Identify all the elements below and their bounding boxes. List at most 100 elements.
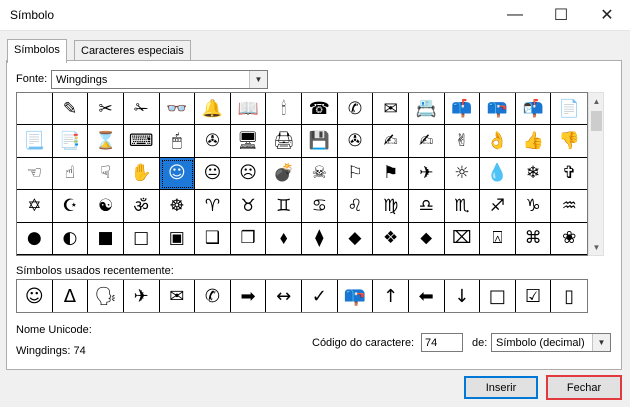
symbol-cell[interactable]: ☸ <box>159 190 196 223</box>
symbol-cell[interactable]: ✍ <box>408 125 445 158</box>
symbol-cell[interactable]: ✞ <box>551 158 587 191</box>
symbol-cell[interactable]: ☼ <box>444 157 481 191</box>
symbol-cell[interactable]: 📖 <box>230 93 267 126</box>
symbol-cell[interactable]: ✇ <box>337 125 374 158</box>
recent-symbol-cell[interactable]: ✈ <box>124 280 160 312</box>
symbol-cell[interactable]: ⍓ <box>480 222 516 255</box>
symbol-cell[interactable]: ☺ <box>159 157 196 191</box>
chevron-down-icon[interactable]: ▼ <box>592 334 610 351</box>
recent-symbol-cell[interactable]: 📪 <box>338 280 374 312</box>
symbol-grid-scrollbar[interactable]: ▲ ▼ <box>588 92 604 256</box>
symbol-cell[interactable]: 👌 <box>480 125 516 158</box>
symbol-cell[interactable]: □ <box>123 222 160 255</box>
tab-simbolos[interactable]: Símbolos <box>7 39 67 63</box>
symbol-cell[interactable]: 🖥 <box>230 125 267 158</box>
recent-symbol-cell[interactable]: ☑ <box>516 280 552 312</box>
scroll-thumb[interactable] <box>591 111 602 131</box>
symbol-cell[interactable]: ♐ <box>480 190 516 223</box>
minimize-icon[interactable]: — <box>492 0 538 30</box>
symbol-cell[interactable]: ☹ <box>230 157 267 191</box>
symbol-cell[interactable]: ✈ <box>408 157 445 191</box>
symbol-cell[interactable]: 💧 <box>480 157 516 191</box>
recent-symbol-cell[interactable]: ▯ <box>551 280 587 312</box>
recent-symbol-cell[interactable]: ✉ <box>160 280 196 312</box>
symbol-cell[interactable]: 👎 <box>551 125 587 158</box>
symbol-cell[interactable]: 📬 <box>515 93 552 126</box>
symbol-cell[interactable]: ⌘ <box>515 222 552 255</box>
recent-symbol-cell[interactable]: ➡ <box>231 280 267 312</box>
recent-symbol-cell[interactable]: ↔ <box>266 280 302 312</box>
symbol-cell[interactable]: ♊ <box>266 190 302 223</box>
symbol-cell[interactable]: ❖ <box>373 222 409 255</box>
symbol-cell[interactable]: ✌ <box>444 125 481 158</box>
symbol-cell[interactable]: ☪ <box>52 190 89 223</box>
recent-symbol-cell[interactable]: Δ <box>53 280 89 312</box>
symbol-cell[interactable]: ■ <box>88 222 124 255</box>
symbol-cell[interactable]: ♈ <box>195 190 231 223</box>
symbol-cell[interactable]: ● <box>17 222 53 255</box>
char-code-input[interactable]: 74 <box>421 333 463 352</box>
from-select[interactable]: Símbolo (decimal) ▼ <box>491 333 611 352</box>
recent-symbol-cell[interactable]: ↓ <box>445 280 481 312</box>
symbol-cell[interactable]: 🖨 <box>266 125 302 158</box>
symbol-cell[interactable]: 📃 <box>17 125 53 158</box>
recent-symbol-cell[interactable]: ⬅ <box>409 280 445 312</box>
symbol-cell[interactable]: ☟ <box>88 157 124 191</box>
symbol-cell[interactable]: 😐 <box>195 157 231 191</box>
symbol-cell[interactable]: 💾 <box>302 125 338 158</box>
scroll-down-icon[interactable]: ▼ <box>589 239 604 255</box>
symbol-cell[interactable]: 📫 <box>444 93 481 126</box>
symbol-cell[interactable]: ♑ <box>515 190 552 223</box>
symbol-cell[interactable]: ♉ <box>230 190 267 223</box>
symbol-cell[interactable]: ✂ <box>88 93 124 126</box>
recent-symbol-cell[interactable]: □ <box>480 280 516 312</box>
symbol-cell[interactable]: ⌨ <box>123 125 160 158</box>
symbol-cell[interactable]: ♎ <box>408 190 445 223</box>
close-icon[interactable]: ✕ <box>584 0 630 30</box>
symbol-grid[interactable]: ✎ ✂ ✁ 👓 🔔 📖 🕯 ☎ ✆ ✉ 📇 📫 📪 📬 📄 📃 📑 ⌛ ⌨ 🖱 ✇ 🖥 🖨 💾 ✇ ✍ ✍ ✌ 👌 👍 👎 ☜ ☝ ☟ ✋ ☺ 😐 ☹ 💣 ☠… <box>16 92 588 256</box>
recent-symbol-cell[interactable]: ✆ <box>195 280 231 312</box>
symbol-cell[interactable]: 📇 <box>408 93 445 126</box>
symbol-cell[interactable]: ♏ <box>444 190 481 223</box>
symbol-cell[interactable]: ❑ <box>195 222 231 255</box>
symbol-cell[interactable]: ♒ <box>551 190 587 223</box>
symbol-cell[interactable]: ☠ <box>302 157 338 191</box>
symbol-cell[interactable]: 📑 <box>52 125 89 158</box>
symbol-cell[interactable]: ▣ <box>159 222 196 255</box>
recent-symbol-cell[interactable]: ✓ <box>302 280 338 312</box>
recent-symbols[interactable]: ☺ Δ 🗣 ✈ ✉ ✆ ➡ ↔ ✓ 📪 ↑ ⬅ ↓ □ ☑ ▯ <box>16 279 588 313</box>
symbol-cell[interactable]: ✆ <box>337 93 374 126</box>
symbol-cell[interactable]: ❒ <box>230 222 267 255</box>
symbol-cell[interactable]: ⚐ <box>337 157 374 191</box>
symbol-cell[interactable]: ✋ <box>123 157 160 191</box>
close-button[interactable]: Fechar <box>546 375 622 400</box>
symbol-cell[interactable]: ❄ <box>515 157 552 191</box>
symbol-cell[interactable]: ✍ <box>373 125 409 158</box>
scroll-up-icon[interactable]: ▲ <box>589 93 604 109</box>
symbol-cell[interactable]: 👓 <box>159 93 196 126</box>
symbol-cell[interactable]: ♌ <box>337 190 374 223</box>
symbol-cell[interactable]: 📄 <box>551 93 587 126</box>
symbol-cell[interactable]: ⚑ <box>373 157 409 191</box>
symbol-cell[interactable]: ♋ <box>302 190 338 223</box>
symbol-cell[interactable]: 👍 <box>515 125 552 158</box>
symbol-cell[interactable]: ◐ <box>52 222 89 255</box>
symbol-cell[interactable]: 🖱 <box>159 125 196 158</box>
recent-symbol-cell[interactable]: 🗣 <box>88 280 124 312</box>
symbol-cell[interactable]: ☝ <box>52 157 89 191</box>
symbol-cell[interactable]: ☎ <box>302 93 338 126</box>
symbol-cell[interactable]: ◆ <box>337 222 374 255</box>
symbol-cell[interactable]: ♍ <box>373 190 409 223</box>
symbol-cell[interactable]: ⌛ <box>88 125 124 158</box>
recent-symbol-cell[interactable]: ☺ <box>17 280 53 312</box>
chevron-down-icon[interactable]: ▼ <box>249 71 267 88</box>
symbol-cell[interactable]: ⧫ <box>302 222 338 255</box>
symbol-cell[interactable]: ॐ <box>123 190 160 223</box>
maximize-icon[interactable]: ☐ <box>538 0 584 30</box>
symbol-cell[interactable]: ✎ <box>52 93 89 126</box>
symbol-cell[interactable]: ⬧ <box>266 222 302 255</box>
insert-button[interactable]: Inserir <box>464 376 538 399</box>
symbol-cell[interactable]: 💣 <box>266 157 302 191</box>
symbol-cell[interactable]: ✁ <box>123 93 160 126</box>
symbol-cell[interactable]: 📪 <box>480 93 516 126</box>
